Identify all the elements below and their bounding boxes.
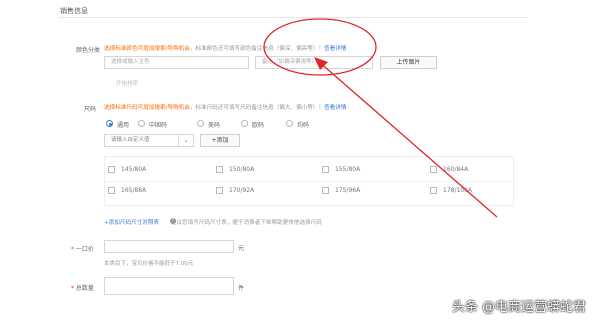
quantity-label-row: * 总数量 [71,283,94,292]
price-unit: 元 [238,245,245,252]
color-label: 颜色分类 [76,47,101,54]
size-type-label: 中国码 [149,122,168,129]
quantity-unit: 件 [238,285,245,292]
size-table-link[interactable]: +添加尺码尺寸对照表 [104,220,159,226]
add-size-button[interactable]: +添加 [200,134,240,147]
price-hint: 本类目下，宝贝价格不能低于7.00元 [104,261,194,267]
price-label: 一口价 [75,246,94,253]
size-detail-link[interactable]: 查看详情 [324,105,346,111]
color-detail-link[interactable]: 查看详情 [324,46,346,52]
color-remark-input[interactable]: 备注（如偏深偏浅等） [255,56,373,69]
size-checkbox[interactable] [108,166,115,173]
color-sort-hint: 开始排序 [116,81,139,87]
size-type-label: 欧码 [252,122,265,129]
watermark: 头条 @电商运营蟒蛇君 [451,300,586,315]
size-label: 尺码 [84,106,97,113]
size-option-label: 175/96A [335,187,361,194]
size-option-label: 145/80A [121,166,147,173]
radio-size-type-cn[interactable] [138,120,145,127]
size-option-label: 155/80A [335,166,361,173]
quantity-label: 总数量 [75,285,94,292]
divider [58,17,528,18]
chevron-down-icon[interactable]: ⌄ [178,135,193,146]
main-color-input[interactable]: 选择或输入主色 [104,56,249,69]
size-option-label: 160/84A [443,166,469,173]
size-type-label: 美码 [208,122,221,129]
color-hint-line: 选择标准颜色可增加搜索/导购机会，标准颜色还可填写颜色备注信息（偏深、偏亮等）！… [104,44,346,52]
size-hint: ，标准尺码还可填写尺码备注信息（偏大、偏小等）！ [189,105,325,111]
size-option-label: 170/92A [229,187,255,194]
size-warning: 选择标准尺码可增加搜索/导购机会 [104,105,190,111]
radio-size-type-us[interactable] [197,120,204,127]
price-input[interactable] [104,240,234,253]
quantity-input[interactable] [104,277,234,295]
size-checkbox[interactable] [430,187,437,194]
price-label-row: * 一口价 [71,244,94,253]
size-table-hint: 建议您填写尺码尺寸表，便于消费者下单帮助更快地选择尺码 [170,220,322,226]
size-checkbox[interactable] [430,166,437,173]
radio-size-type-general[interactable] [106,120,113,127]
help-icon[interactable]: ? [170,218,176,224]
size-option-label: 165/88A [121,187,147,194]
size-checkbox[interactable] [322,187,329,194]
size-type-label: 均码 [297,122,310,129]
upload-image-button[interactable]: 上传图片 [380,56,437,69]
size-checkbox[interactable] [216,187,223,194]
radio-size-type-one[interactable] [286,120,293,127]
color-hint: ，标准颜色还可填写颜色备注信息（偏深、偏亮等）！ [189,46,325,52]
size-checkbox[interactable] [322,166,329,173]
color-warning: 选择标准颜色可增加搜索/导购机会 [104,46,190,52]
section-title: 销售信息 [60,7,88,15]
size-type-label: 通用 [117,122,130,129]
size-option-label: 150/80A [229,166,255,173]
custom-size-placeholder: 请输入自定义值 [111,137,150,143]
size-checkbox[interactable] [216,166,223,173]
size-option-label: 178/100A [443,187,473,194]
size-table-line: +添加尺码尺寸对照表 ? 建议您填写尺码尺寸表，便于消费者下单帮助更快地选择尺码 [104,218,322,226]
radio-size-type-eu[interactable] [241,120,248,127]
size-panel-divider [104,181,514,182]
custom-size-select[interactable]: 请输入自定义值 ⌄ [104,134,194,147]
size-hint-line: 选择标准尺码可增加搜索/导购机会，标准尺码还可填写尺码备注信息（偏大、偏小等）！… [104,103,346,111]
size-checkbox[interactable] [108,187,115,194]
